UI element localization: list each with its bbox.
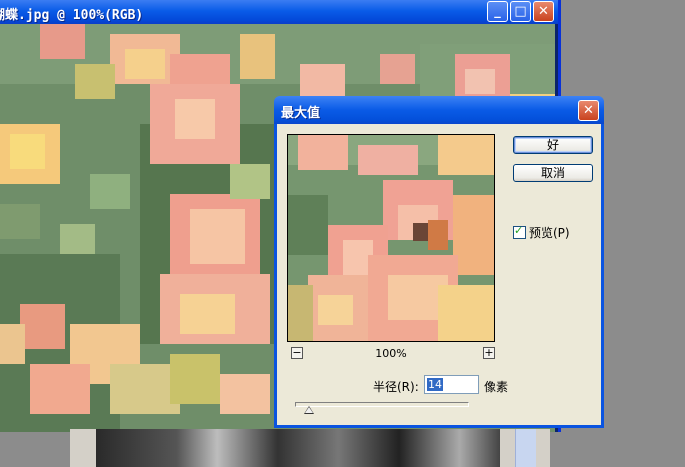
dialog-body: − 100% + 好 取消 ✓ 预览(P) 半径(R): 14 像素	[277, 124, 601, 425]
maximum-filter-dialog: 最大值 ✕ − 100% + 好 取消 ✓ 预览(P) 半径(R): 14 像素	[274, 96, 604, 428]
radius-slider-track[interactable]	[295, 402, 469, 407]
ok-button[interactable]: 好	[513, 136, 593, 154]
dialog-title: 最大值	[281, 106, 321, 121]
close-icon[interactable]: ✕	[578, 100, 599, 121]
checkmark-icon: ✓	[514, 224, 524, 237]
zoom-level: 100%	[375, 347, 407, 360]
radius-label: 半径(R):	[373, 380, 419, 394]
lower-photo	[96, 429, 500, 467]
cancel-button[interactable]: 取消	[513, 164, 593, 182]
document-titlebar[interactable]: 蝴蝶.jpg @ 100%(RGB) _ □ ✕	[0, 0, 558, 24]
radius-slider-thumb[interactable]	[303, 406, 314, 414]
preview-checkbox-row[interactable]: ✓ 预览(P)	[513, 224, 570, 241]
preview-label: 预览(P)	[529, 226, 570, 240]
preview-checkbox[interactable]: ✓	[513, 224, 526, 239]
maximize-icon[interactable]: □	[510, 1, 531, 22]
close-icon[interactable]: ✕	[533, 1, 554, 22]
zoom-in-button[interactable]: +	[483, 347, 495, 359]
radius-input[interactable]: 14	[424, 375, 479, 394]
dialog-titlebar[interactable]: 最大值 ✕	[274, 96, 604, 124]
radius-value: 14	[427, 378, 443, 391]
unit-label: 像素	[484, 380, 509, 394]
minimize-icon[interactable]: _	[487, 1, 508, 22]
preview-pane[interactable]	[287, 134, 495, 342]
zoom-out-button[interactable]: −	[291, 347, 303, 359]
preview-image	[288, 135, 494, 341]
lower-scrollbar[interactable]	[515, 429, 536, 467]
document-title: 蝴蝶.jpg @ 100%(RGB)	[0, 8, 144, 23]
